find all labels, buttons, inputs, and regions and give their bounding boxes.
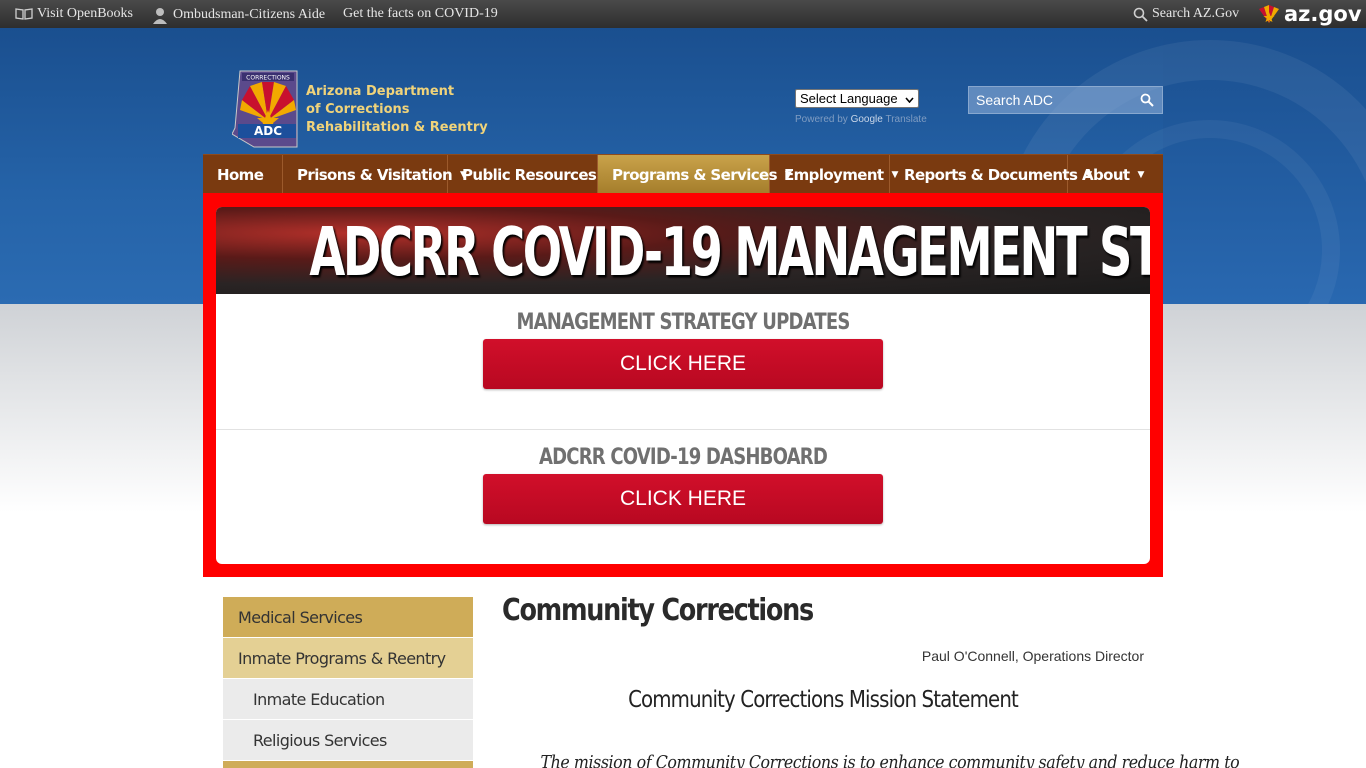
book-icon: [15, 8, 33, 20]
badge-adc-text: ADC: [254, 124, 282, 138]
nav-reports-documents[interactable]: Reports & Documents ▼: [890, 155, 1092, 194]
org-name-line1: Arizona Department: [306, 84, 455, 99]
org-name[interactable]: Arizona Department of Corrections Rehabi…: [306, 83, 488, 137]
nav-label: Programs & Services: [612, 165, 778, 184]
chevron-down-icon: [905, 91, 914, 106]
mission-heading: Community Corrections Mission Statement: [628, 687, 1019, 713]
nav-prisons-visitation[interactable]: Prisons & Visitation ▼: [283, 155, 467, 194]
mission-text: The mission of Community Corrections is …: [540, 752, 1240, 768]
powered-by-label: Powered by: [795, 114, 848, 125]
section-divider: [216, 429, 1150, 430]
covid-alert-content: ADCRR COVID-19 MANAGEMENT STRATEGY MANAG…: [216, 207, 1150, 564]
sunburst-icon: [1258, 3, 1280, 25]
azgov-wordmark: az.gov: [1284, 2, 1362, 26]
nav-label: Public Resources: [462, 165, 597, 184]
page-title: Community Corrections: [502, 593, 814, 628]
covid-banner: ADCRR COVID-19 MANAGEMENT STRATEGY: [216, 207, 1150, 294]
search-box: [968, 86, 1163, 114]
covid-alert-panel: ADCRR COVID-19 MANAGEMENT STRATEGY MANAG…: [203, 193, 1163, 577]
translate-link[interactable]: Translate: [885, 114, 926, 125]
sidebar-nav: Medical Services Inmate Programs & Reent…: [223, 597, 473, 768]
sidebar-item-next[interactable]: [223, 761, 473, 768]
sidebar-item-inmate-education[interactable]: Inmate Education: [223, 679, 473, 719]
openbooks-label: Visit OpenBooks: [37, 6, 133, 21]
top-bar: Visit OpenBooks Ombudsman-Citizens Aide …: [0, 0, 1366, 28]
search-icon: [1133, 7, 1148, 22]
search-azgov-label: Search AZ.Gov: [1152, 6, 1240, 21]
sidebar-item-inmate-programs[interactable]: Inmate Programs & Reentry: [223, 638, 473, 678]
adc-logo-badge[interactable]: CORRECTIONS ADC: [231, 70, 298, 148]
dashboard-title: ADCRR COVID-19 DASHBOARD: [539, 445, 828, 470]
nav-label: Employment: [784, 165, 884, 184]
nav-label: Prisons & Visitation: [297, 165, 453, 184]
dashboard-button[interactable]: CLICK HERE: [483, 474, 883, 524]
sidebar-item-medical-services[interactable]: Medical Services: [223, 597, 473, 637]
ombudsman-link[interactable]: Ombudsman-Citizens Aide: [151, 6, 325, 24]
sidebar-item-religious-services[interactable]: Religious Services: [223, 720, 473, 760]
person-icon: [151, 6, 169, 24]
covid-facts-link[interactable]: Get the facts on COVID-19: [343, 6, 498, 22]
nav-programs-services[interactable]: Programs & Services ▼: [598, 155, 792, 194]
search-input[interactable]: [969, 87, 1129, 113]
sidebar-item-label: Inmate Programs & Reentry: [238, 648, 446, 668]
main-nav: Home Prisons & Visitation ▼ Public Resou…: [203, 154, 1163, 194]
search-icon[interactable]: [1140, 93, 1154, 112]
nav-about[interactable]: About ▼: [1068, 155, 1148, 194]
badge-corrections-text: CORRECTIONS: [246, 75, 290, 82]
nav-label: About: [1082, 165, 1130, 184]
google-wordmark: Google: [850, 114, 883, 125]
powered-by-google: Powered by Google Translate: [795, 114, 927, 125]
strategy-updates-title: MANAGEMENT STRATEGY UPDATES: [516, 310, 850, 335]
sidebar-item-label: Medical Services: [238, 607, 363, 627]
openbooks-link[interactable]: Visit OpenBooks: [15, 6, 133, 22]
button-label: CLICK HERE: [619, 487, 747, 510]
nav-label: Reports & Documents: [904, 165, 1078, 184]
ombudsman-label: Ombudsman-Citizens Aide: [173, 7, 326, 22]
strategy-updates-button[interactable]: CLICK HERE: [483, 339, 883, 389]
director-name: Paul O'Connell, Operations Director: [921, 648, 1144, 664]
nav-employment[interactable]: Employment ▼: [770, 155, 898, 194]
language-select[interactable]: Select Language: [795, 89, 919, 108]
search-azgov-link[interactable]: Search AZ.Gov: [1133, 6, 1239, 22]
content-area: Medical Services Inmate Programs & Reent…: [203, 577, 1240, 768]
nav-home[interactable]: Home: [203, 155, 283, 194]
sidebar-item-label: Religious Services: [253, 730, 387, 750]
language-select-value: Select Language: [800, 91, 898, 106]
org-name-line2: of Corrections: [306, 102, 410, 117]
covid-banner-title: ADCRR COVID-19 MANAGEMENT STRATEGY: [309, 213, 1150, 292]
nav-public-resources[interactable]: Public Resources ▼: [448, 155, 611, 194]
sidebar-item-label: Inmate Education: [253, 689, 385, 709]
main-content: Community Corrections Paul O'Connell, Op…: [502, 593, 1240, 768]
button-label: CLICK HERE: [619, 352, 747, 375]
caret-down-icon: ▼: [1137, 169, 1145, 180]
org-name-line3: Rehabilitation & Reentry: [306, 120, 488, 135]
azgov-logo[interactable]: az.gov: [1258, 2, 1362, 26]
covid-facts-label: Get the facts on COVID-19: [343, 6, 498, 21]
nav-label: Home: [217, 165, 264, 184]
